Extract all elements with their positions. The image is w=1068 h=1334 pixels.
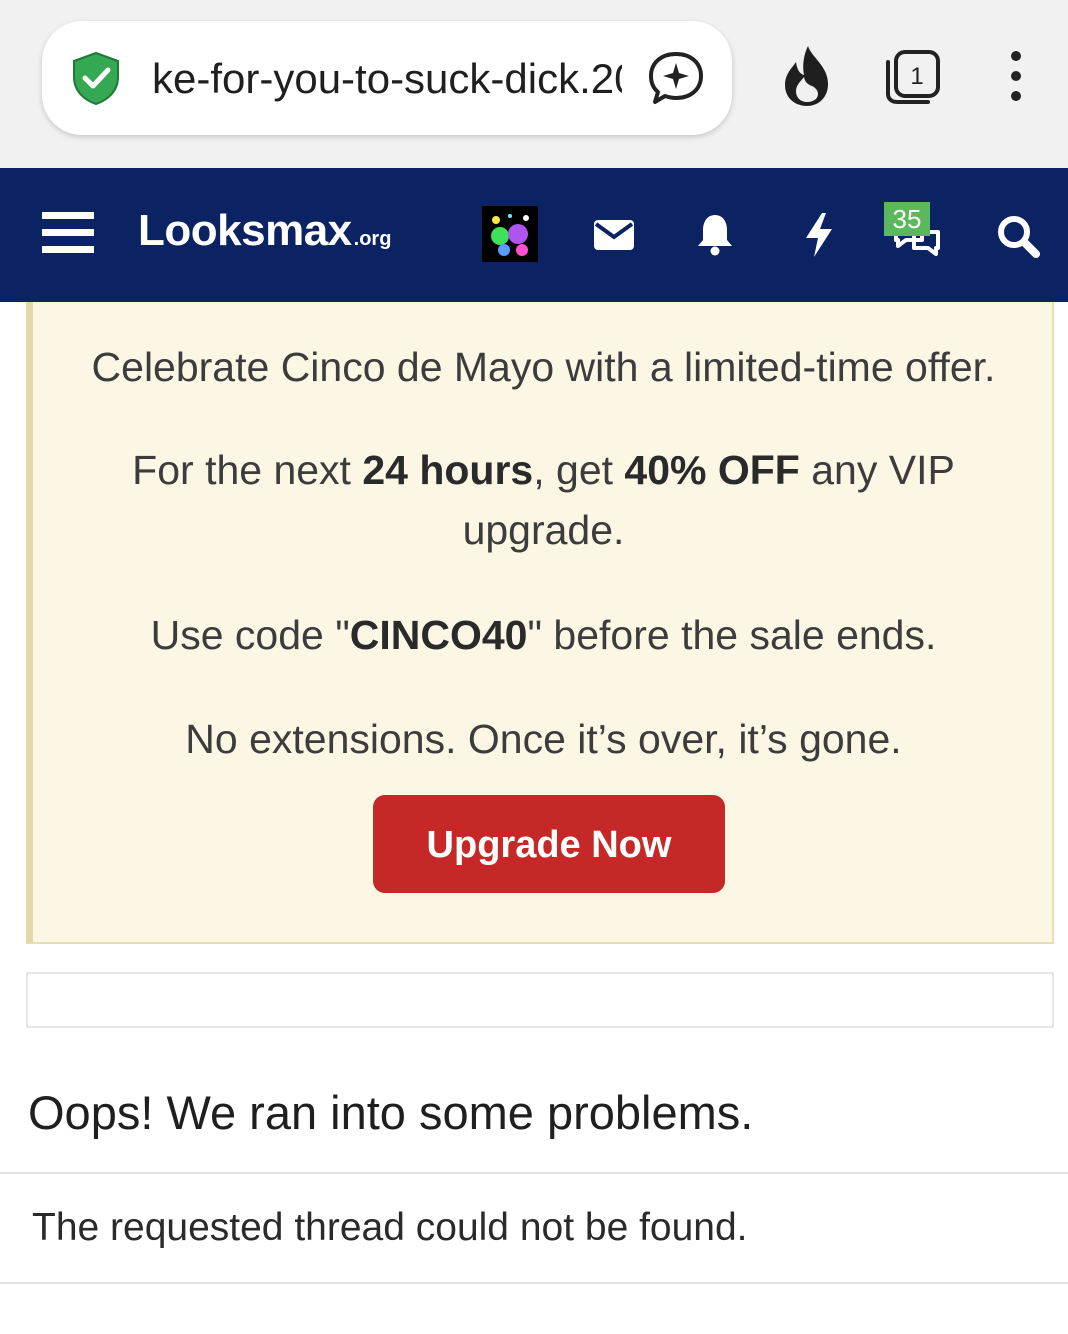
- url-text[interactable]: ke-for-you-to-suck-dick.20: [152, 49, 622, 109]
- promo-line-1: Celebrate Cinco de Mayo with a limited-t…: [91, 344, 996, 390]
- menu-icon[interactable]: [40, 208, 96, 258]
- shield-check-icon[interactable]: [68, 50, 124, 106]
- avatar[interactable]: [482, 206, 538, 262]
- more-vert-icon[interactable]: [996, 46, 1036, 106]
- promo-line-4: No extensions. Once it’s over, it’s gone…: [185, 716, 902, 762]
- promo-hours: 24 hours: [362, 447, 534, 493]
- tab-count: 1: [910, 63, 923, 90]
- flame-icon[interactable]: [778, 44, 836, 108]
- logo-tld: .org: [353, 228, 392, 250]
- promo-line-3-text-b: " before the sale ends.: [527, 612, 937, 658]
- conversations-badge: 35: [884, 202, 930, 236]
- search-icon[interactable]: [996, 214, 1040, 258]
- promo-notice: Celebrate Cinco de Mayo with a limited-t…: [26, 302, 1054, 944]
- mail-icon[interactable]: [592, 218, 636, 252]
- address-bar[interactable]: ke-for-you-to-suck-dick.20: [42, 21, 732, 135]
- browser-toolbar: ke-for-you-to-suck-dick.20 1: [0, 0, 1068, 168]
- site-logo[interactable]: Looksmax .org: [138, 206, 391, 266]
- divider: [0, 1282, 1068, 1284]
- promo-line-2-text-b: , get: [533, 447, 625, 493]
- promo-line-3-text-a: Use code ": [150, 612, 350, 658]
- divider: [0, 1172, 1068, 1174]
- tabs-icon[interactable]: 1: [880, 44, 942, 108]
- assistant-sparkle-icon[interactable]: [646, 48, 706, 108]
- error-message: The requested thread could not be found.: [32, 1206, 748, 1249]
- promo-line-2-text-a: For the next: [132, 447, 363, 493]
- promo-line-2: For the next 24 hours, get 40% OFF any V…: [33, 440, 1054, 560]
- site-header: Looksmax .org 35: [0, 168, 1068, 302]
- empty-content-box: [26, 972, 1054, 1028]
- promo-discount: 40% OFF: [624, 447, 800, 493]
- promo-line-3: Use code "CINCO40" before the sale ends.: [33, 605, 1054, 665]
- logo-text: Looksmax: [138, 206, 352, 255]
- error-title: Oops! We ran into some problems.: [28, 1086, 754, 1139]
- upgrade-now-button[interactable]: Upgrade Now: [373, 795, 725, 893]
- bell-icon[interactable]: [695, 212, 735, 256]
- promo-code: CINCO40: [349, 612, 528, 658]
- bolt-icon[interactable]: [804, 212, 834, 258]
